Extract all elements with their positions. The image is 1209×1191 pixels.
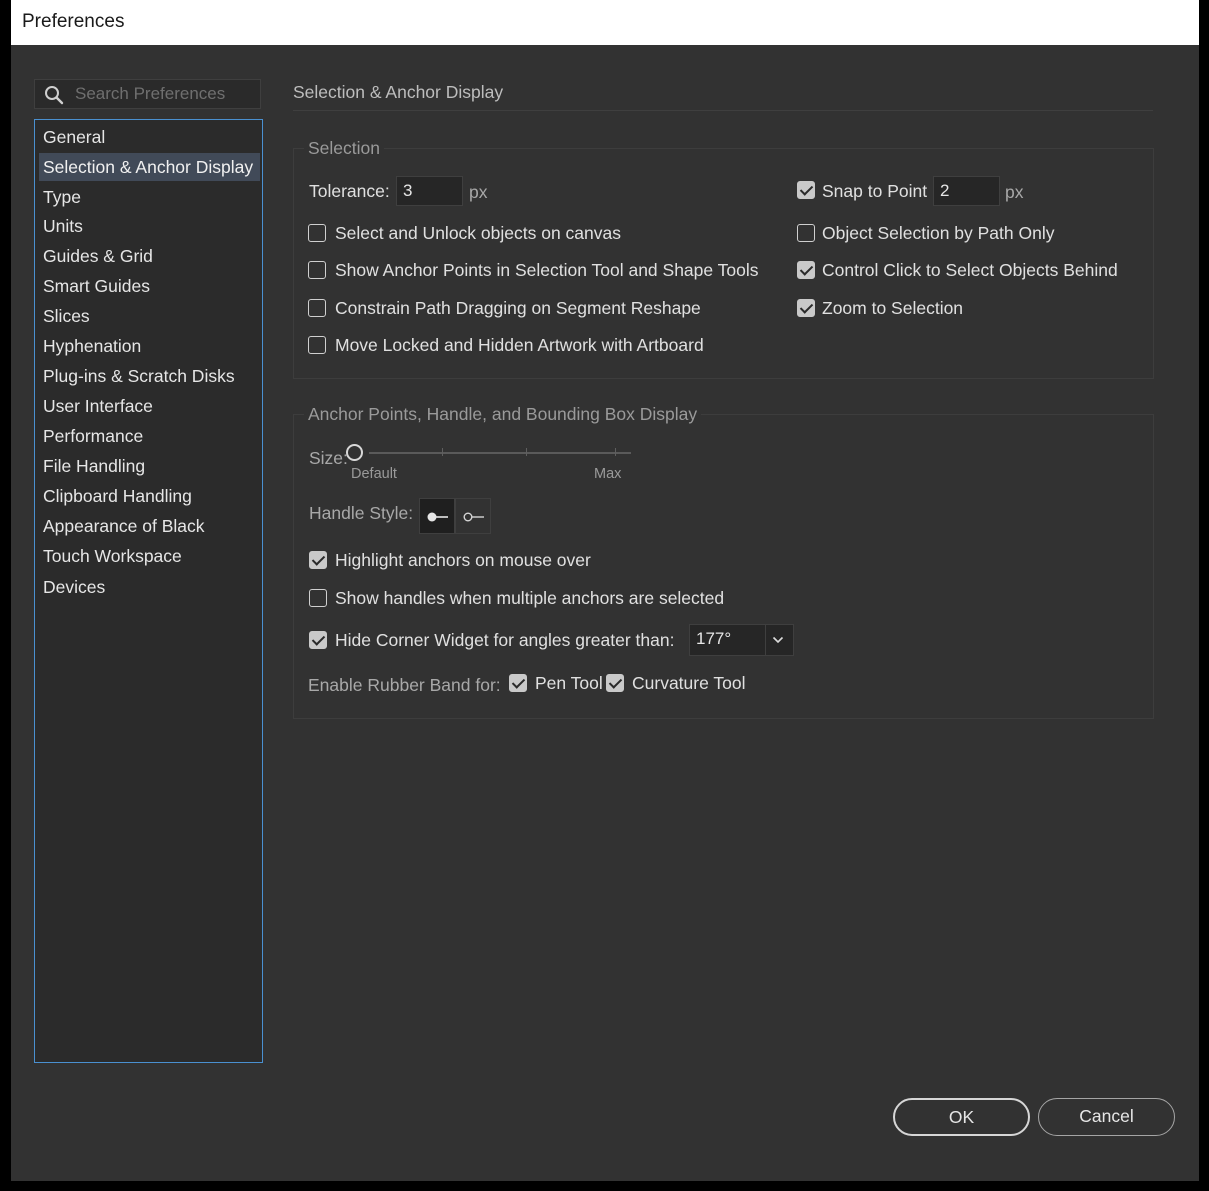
solid-handle-icon xyxy=(427,512,448,522)
page-title: Selection & Anchor Display xyxy=(293,82,504,102)
nav-item-type[interactable]: Type xyxy=(39,183,260,211)
corner-angle-value: 177° xyxy=(696,629,732,648)
show-anchor-points-checkbox[interactable] xyxy=(308,261,326,279)
show-handles-checkbox[interactable] xyxy=(309,589,327,607)
object-selection-path-checkbox[interactable] xyxy=(797,224,815,242)
cancel-button[interactable]: Cancel xyxy=(1038,1098,1175,1136)
size-slider-tick xyxy=(615,448,616,456)
dropdown-divider xyxy=(765,625,766,655)
nav-item-plugins-scratch-disks[interactable]: Plug-ins & Scratch Disks xyxy=(39,362,260,390)
hide-corner-widget-label: Hide Corner Widget for angles greater th… xyxy=(335,630,675,650)
search-icon xyxy=(45,86,64,105)
curvature-tool-checkbox[interactable] xyxy=(606,674,624,692)
nav-item-smart-guides[interactable]: Smart Guides xyxy=(39,272,260,300)
show-handles-label: Show handles when multiple anchors are s… xyxy=(335,588,725,608)
highlight-anchors-checkbox[interactable] xyxy=(309,551,327,569)
nav-item-devices[interactable]: Devices xyxy=(39,573,260,601)
corner-angle-dropdown[interactable]: 177° xyxy=(689,624,794,656)
show-anchor-points-label: Show Anchor Points in Selection Tool and… xyxy=(335,260,759,280)
size-slider-tick xyxy=(526,448,527,456)
snap-to-point-checkbox[interactable] xyxy=(797,181,815,199)
hollow-handle-icon xyxy=(463,512,484,522)
search-box[interactable] xyxy=(34,79,261,109)
nav-item-touch-workspace[interactable]: Touch Workspace xyxy=(39,542,260,570)
nav-item-performance[interactable]: Performance xyxy=(39,422,260,450)
snap-to-point-input[interactable]: 2 xyxy=(933,176,1000,206)
preferences-nav-list: General Selection & Anchor Display Type … xyxy=(34,119,263,1063)
selection-group-title: Selection xyxy=(304,138,384,159)
curvature-tool-label: Curvature Tool xyxy=(632,673,746,693)
ok-button[interactable]: OK xyxy=(893,1098,1030,1136)
nav-item-units[interactable]: Units xyxy=(39,212,260,240)
nav-item-guides-grid[interactable]: Guides & Grid xyxy=(39,242,260,270)
select-unlock-checkbox[interactable] xyxy=(308,224,326,242)
handle-style-hollow-button[interactable] xyxy=(455,498,491,534)
size-slider-thumb[interactable] xyxy=(345,444,363,461)
pen-tool-label: Pen Tool xyxy=(535,673,603,693)
size-label: Size: xyxy=(309,448,348,468)
select-unlock-label: Select and Unlock objects on canvas xyxy=(335,223,621,243)
chevron-down-icon xyxy=(772,636,784,644)
nav-item-appearance-of-black[interactable]: Appearance of Black xyxy=(39,512,260,540)
tolerance-input[interactable]: 3 xyxy=(396,176,463,206)
search-input[interactable] xyxy=(75,83,255,105)
move-locked-label: Move Locked and Hidden Artwork with Artb… xyxy=(335,335,704,355)
control-click-checkbox[interactable] xyxy=(797,261,815,279)
tolerance-label: Tolerance: xyxy=(309,181,390,201)
header-divider xyxy=(293,110,1153,111)
zoom-to-selection-checkbox[interactable] xyxy=(797,299,815,317)
title-bar: Preferences xyxy=(11,0,1199,45)
handle-style-label: Handle Style: xyxy=(309,503,414,523)
nav-item-hyphenation[interactable]: Hyphenation xyxy=(39,332,260,360)
nav-item-slices[interactable]: Slices xyxy=(39,302,260,330)
nav-item-clipboard-handling[interactable]: Clipboard Handling xyxy=(39,482,260,510)
window-title: Preferences xyxy=(22,11,125,32)
size-slider-tick xyxy=(442,448,443,456)
size-max-label: Max xyxy=(594,466,622,482)
size-slider-track[interactable] xyxy=(369,452,631,454)
nav-item-selection-anchor-display[interactable]: Selection & Anchor Display xyxy=(39,153,260,181)
constrain-path-checkbox[interactable] xyxy=(308,299,326,317)
tolerance-unit: px xyxy=(469,182,488,202)
handle-style-solid-button[interactable] xyxy=(419,498,455,534)
nav-item-file-handling[interactable]: File Handling xyxy=(39,452,260,480)
highlight-anchors-label: Highlight anchors on mouse over xyxy=(335,550,591,570)
pen-tool-checkbox[interactable] xyxy=(509,674,527,692)
anchor-group-title: Anchor Points, Handle, and Bounding Box … xyxy=(304,404,702,425)
nav-item-general[interactable]: General xyxy=(39,123,260,151)
control-click-label: Control Click to Select Objects Behind xyxy=(822,260,1118,280)
snap-to-point-label: Snap to Point xyxy=(822,181,928,201)
preferences-window: Preferences General Selection & Anchor D… xyxy=(11,0,1199,1181)
move-locked-checkbox[interactable] xyxy=(308,336,326,354)
rubber-band-label: Enable Rubber Band for: xyxy=(308,675,501,695)
snap-unit: px xyxy=(1005,182,1024,202)
zoom-to-selection-label: Zoom to Selection xyxy=(822,298,964,318)
hide-corner-widget-checkbox[interactable] xyxy=(309,631,327,649)
nav-item-user-interface[interactable]: User Interface xyxy=(39,392,260,420)
constrain-path-label: Constrain Path Dragging on Segment Resha… xyxy=(335,298,701,318)
size-min-label: Default xyxy=(351,466,397,482)
object-selection-path-label: Object Selection by Path Only xyxy=(822,223,1055,243)
